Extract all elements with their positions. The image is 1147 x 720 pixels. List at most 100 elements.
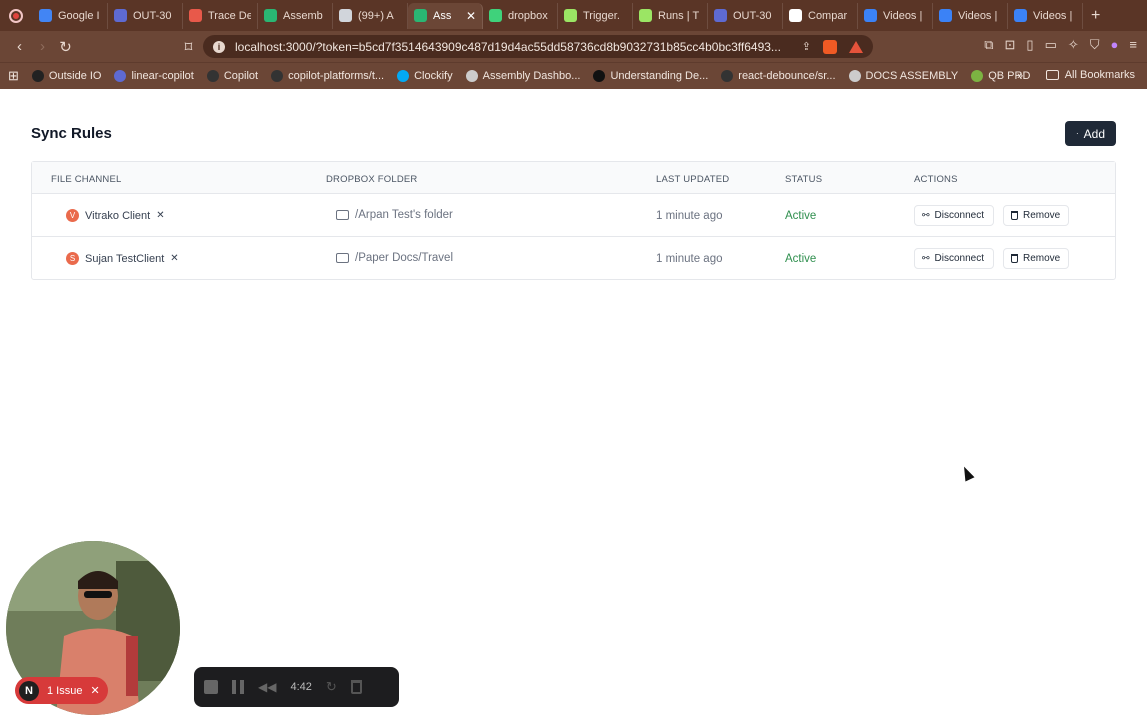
recording-timer: 4:42: [290, 681, 312, 693]
clear-channel-icon[interactable]: ✕: [156, 210, 164, 221]
unplug-icon: ⚯: [922, 210, 930, 220]
last-updated: 1 minute ago: [656, 210, 723, 222]
browser-tab[interactable]: Compar: [783, 2, 858, 29]
bookmark-item[interactable]: Outside IO: [31, 70, 101, 82]
bookmark-item[interactable]: Copilot: [206, 70, 258, 82]
file-channel-name: Vitrako Client: [85, 209, 151, 222]
tab-favicon-icon: [489, 9, 502, 22]
tab-favicon-icon: [789, 9, 802, 22]
screenshot-icon[interactable]: ⊡: [1005, 37, 1016, 53]
browser-tab[interactable]: Google I: [33, 2, 108, 29]
tab-favicon-icon: [264, 9, 277, 22]
tab-label: Google I: [58, 9, 100, 22]
reload-icon[interactable]: ↻: [54, 38, 77, 56]
remove-label: Remove: [1023, 253, 1061, 264]
bookmark-favicon-icon: [848, 70, 861, 82]
bookmark-item[interactable]: DOCS ASSEMBLY: [848, 70, 958, 82]
browser-tab[interactable]: Trigger.: [558, 2, 633, 29]
sync-rules-table: FILE CHANNEL DROPBOX FOLDER LAST UPDATED…: [31, 161, 1116, 280]
browser-navbar: ‹ › ↻ ⌑ i localhost:3000/?token=b5cd7f35…: [0, 31, 1147, 62]
extensions-icon[interactable]: ⧉: [984, 37, 993, 53]
browser-tab-strip: Google I OUT-30 Trace De Assemb (99+) A Ass ✕ d…: [0, 0, 1147, 31]
file-channel-chip[interactable]: V Vitrako Client ✕: [66, 209, 165, 222]
disconnect-button[interactable]: ⚯ Disconnect: [914, 248, 994, 269]
bookmark-item[interactable]: Clockify: [397, 70, 453, 82]
browser-tab[interactable]: Ass ✕: [408, 2, 483, 29]
file-channel-chip[interactable]: S Sujan TestClient ✕: [66, 252, 179, 265]
sidebar-icon[interactable]: ▯: [1026, 37, 1033, 53]
issue-count[interactable]: 1 Issue: [47, 685, 82, 697]
back-icon[interactable]: ‹: [8, 38, 31, 55]
trash-icon: [1011, 211, 1018, 220]
leo-ai-icon[interactable]: ✧: [1068, 37, 1079, 53]
apps-icon[interactable]: ⊞: [8, 68, 19, 84]
rewind-icon[interactable]: ◀◀: [258, 680, 276, 694]
menu-icon[interactable]: ≡: [1129, 37, 1137, 53]
bookmark-item[interactable]: Understanding De...: [593, 70, 708, 82]
tab-label: Videos |: [1033, 9, 1073, 22]
dropbox-folder-cell[interactable]: /Paper Docs/Travel: [336, 252, 453, 264]
header-dropbox-folder: DROPBOX FOLDER: [326, 174, 418, 185]
stop-icon[interactable]: [204, 680, 218, 694]
bookmark-icon[interactable]: ⌑: [177, 38, 200, 56]
brave-shield-icon[interactable]: [823, 39, 837, 54]
wallet-icon[interactable]: ▭: [1045, 37, 1057, 53]
tab-label: dropbox: [508, 9, 548, 22]
tab-label: Trace De: [208, 9, 251, 22]
browser-tab[interactable]: Videos |: [858, 2, 933, 29]
tab-favicon-icon: [564, 9, 577, 22]
browser-tab[interactable]: OUT-30: [108, 2, 183, 29]
close-tab-icon[interactable]: ✕: [466, 9, 476, 23]
bookmark-item[interactable]: Assembly Dashbo...: [465, 70, 580, 82]
new-tab-button[interactable]: +: [1091, 7, 1100, 25]
bookmark-item[interactable]: linear-copilot: [114, 70, 194, 82]
tab-label: OUT-30: [133, 9, 172, 22]
site-info-icon[interactable]: i: [213, 40, 225, 53]
browser-tab[interactable]: dropbox: [483, 2, 558, 29]
browser-tab[interactable]: Assemb: [258, 2, 333, 29]
remove-button[interactable]: Remove: [1003, 205, 1069, 226]
more-bookmarks-icon[interactable]: »: [1017, 70, 1023, 82]
tab-label: Videos |: [958, 9, 998, 22]
tab-label: (99+) A: [358, 9, 394, 22]
vpn-icon[interactable]: ⛉: [1090, 37, 1100, 53]
remove-button[interactable]: Remove: [1003, 248, 1069, 269]
bookmark-label: QB PRD: [988, 70, 1031, 82]
browser-tab[interactable]: Videos |: [1008, 2, 1083, 29]
browser-tab[interactable]: Runs | T: [633, 2, 708, 29]
tab-label: Videos |: [883, 9, 923, 22]
browser-tab[interactable]: Videos |: [933, 2, 1008, 29]
avatar: S: [66, 252, 79, 265]
add-button[interactable]: · Add: [1065, 121, 1116, 146]
issues-toast[interactable]: N 1 Issue ✕: [15, 677, 108, 704]
tab-label: OUT-30: [733, 9, 772, 22]
profile-icon[interactable]: ●: [1111, 37, 1119, 53]
all-bookmarks-button[interactable]: All Bookmarks: [1045, 69, 1135, 81]
forward-icon[interactable]: ›: [31, 38, 54, 55]
bookmark-favicon-icon: [593, 70, 606, 82]
bookmark-label: Clockify: [414, 70, 453, 82]
bookmark-item[interactable]: copilot-platforms/t...: [271, 70, 384, 82]
address-bar[interactable]: i localhost:3000/?token=b5cd7f3514643909…: [203, 35, 873, 58]
browser-tab[interactable]: Trace De: [183, 2, 258, 29]
pause-icon[interactable]: [232, 680, 244, 694]
disconnect-label: Disconnect: [934, 210, 985, 221]
close-icon[interactable]: ✕: [90, 684, 99, 697]
bookmark-item[interactable]: react-debounce/sr...: [721, 70, 836, 82]
folder-icon: [1045, 70, 1059, 80]
tab-favicon-icon: [339, 9, 352, 22]
url-text[interactable]: localhost:3000/?token=b5cd7f3514643909c4…: [235, 40, 795, 54]
plus-icon: ·: [1075, 129, 1079, 138]
dropbox-folder-cell[interactable]: /Arpan Test's folder: [336, 209, 453, 221]
restart-icon[interactable]: ↻: [326, 679, 337, 695]
clear-channel-icon[interactable]: ✕: [170, 253, 178, 264]
share-icon[interactable]: ⇪: [802, 40, 811, 53]
disconnect-button[interactable]: ⚯ Disconnect: [914, 205, 994, 226]
brave-rewards-icon[interactable]: [849, 40, 863, 53]
tab-label: Assemb: [283, 9, 323, 22]
tab-favicon-icon: [1014, 9, 1027, 22]
browser-tab[interactable]: OUT-30: [708, 2, 783, 29]
tab-favicon-icon: [414, 9, 427, 22]
browser-tab[interactable]: (99+) A: [333, 2, 408, 29]
trash-icon[interactable]: [350, 680, 362, 694]
